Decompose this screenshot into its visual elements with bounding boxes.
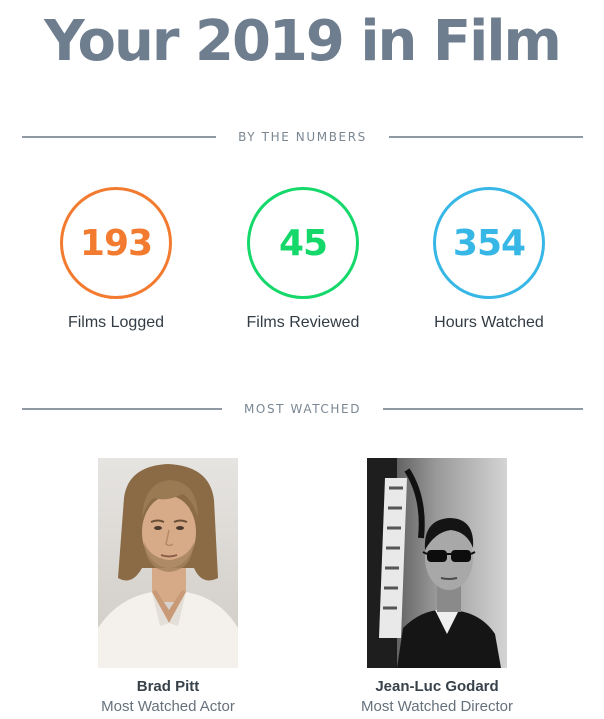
- stat-label: Films Logged: [67, 314, 165, 331]
- stat-circle: 354: [433, 187, 545, 299]
- most-watched-actor[interactable]: Brad Pitt Most Watched Actor: [38, 458, 298, 715]
- actor-role: Most Watched Actor: [101, 698, 235, 715]
- director-name[interactable]: Jean-Luc Godard: [307, 678, 567, 695]
- actor-portrait[interactable]: [98, 458, 238, 668]
- stat-films-logged: 193 Films Logged: [36, 187, 196, 332]
- stat-films-reviewed: 45 Films Reviewed: [223, 187, 383, 332]
- divider-left: [22, 136, 217, 138]
- director-role: Most Watched Director: [361, 698, 513, 715]
- stat-label: Films Reviewed: [246, 314, 360, 331]
- section-label: MOST WATCHED: [243, 402, 362, 416]
- section-label: BY THE NUMBERS: [238, 130, 367, 144]
- stat-hours-watched: 354 Hours Watched: [409, 187, 569, 332]
- page-title: Your 2019 in Film: [44, 9, 562, 74]
- actor-name[interactable]: Brad Pitt: [38, 678, 298, 695]
- stat-circle: 45: [247, 187, 359, 299]
- stat-value: 354: [452, 222, 526, 264]
- by-the-numbers-heading: BY THE NUMBERS: [22, 127, 584, 147]
- director-portrait[interactable]: [367, 458, 507, 668]
- divider-right: [388, 136, 584, 138]
- stat-label: Hours Watched: [434, 314, 544, 331]
- divider-left: [22, 408, 222, 410]
- stat-value: 193: [79, 222, 153, 264]
- divider-right: [383, 408, 584, 410]
- most-watched-heading: MOST WATCHED: [22, 399, 584, 419]
- most-watched-director[interactable]: Jean-Luc Godard Most Watched Director: [307, 458, 567, 715]
- stat-circle: 193: [60, 187, 172, 299]
- stat-value: 45: [278, 222, 328, 264]
